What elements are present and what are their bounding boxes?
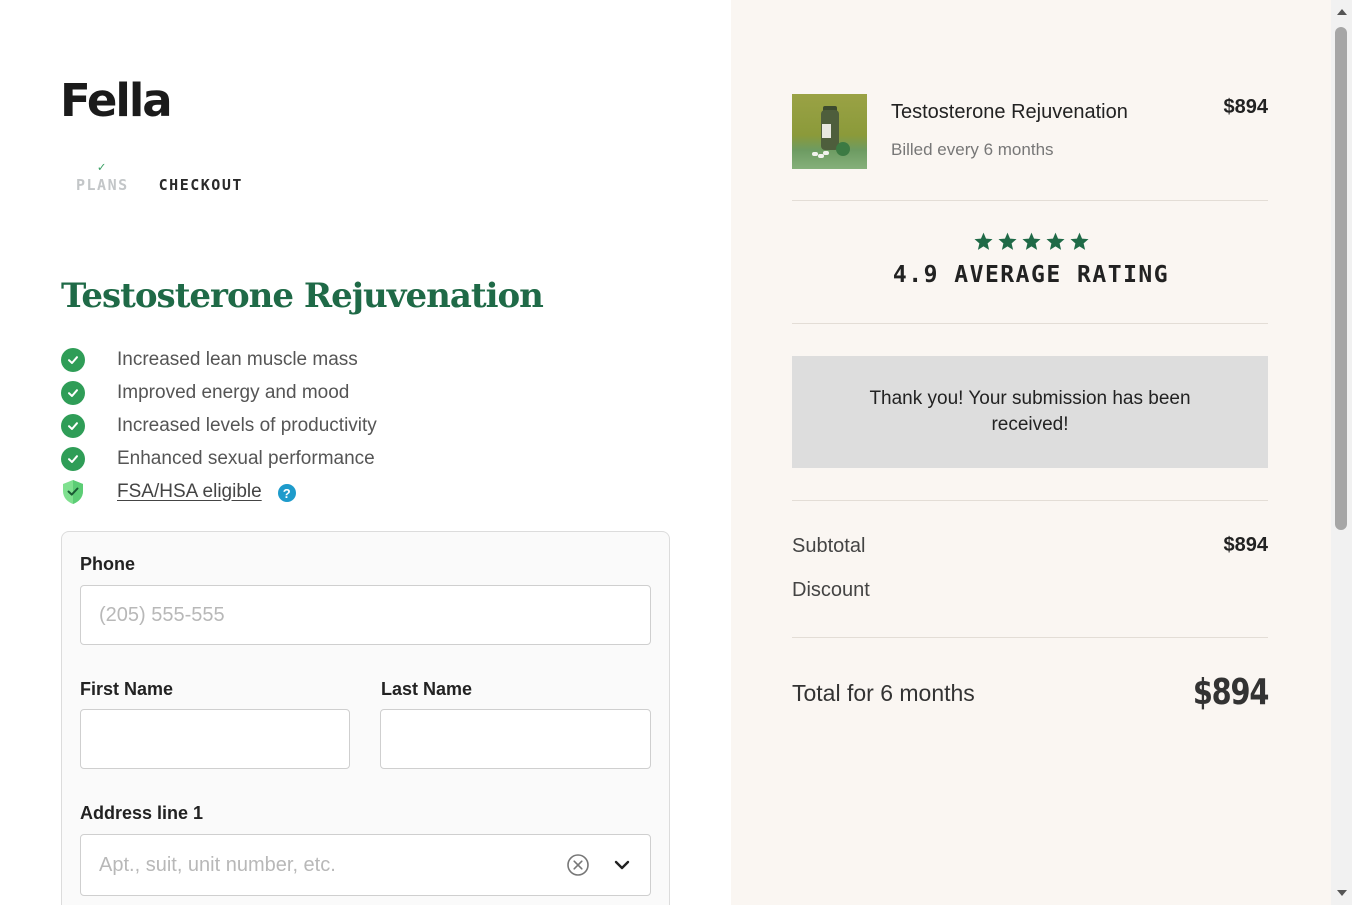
- brand-logo[interactable]: Fella: [60, 74, 173, 127]
- address-line1-field: [80, 834, 651, 896]
- last-name-label: Last Name: [381, 679, 473, 699]
- total-label: Total for 6 months: [792, 680, 975, 706]
- chevron-down-icon[interactable]: [612, 855, 632, 875]
- shield-check-icon: [61, 479, 85, 505]
- page-scrollbar[interactable]: [1331, 0, 1352, 905]
- step-checkout-label: CHECKOUT: [158, 176, 243, 194]
- benefit-item: Improved energy and mood: [61, 376, 377, 409]
- help-icon[interactable]: ?: [277, 484, 296, 502]
- clear-icon[interactable]: [566, 853, 590, 877]
- benefit-item: Increased levels of productivity: [61, 409, 377, 442]
- check-circle-icon: [61, 446, 85, 471]
- benefit-item: Increased lean muscle mass: [61, 343, 377, 376]
- subtotal-value: $894: [1223, 534, 1269, 556]
- first-name-label: First Name: [80, 679, 174, 699]
- benefit-list: Increased lean muscle mass Improved ener…: [61, 343, 377, 508]
- average-rating: 4.9 AVERAGE RATING: [892, 262, 1170, 288]
- last-name-input[interactable]: [380, 709, 651, 769]
- fsa-hsa-link[interactable]: FSA/HSA eligible: [117, 481, 262, 503]
- star-icon: [997, 232, 1017, 250]
- phone-label: Phone: [80, 554, 136, 574]
- leaf: [836, 142, 850, 156]
- star-icon: [1021, 232, 1041, 250]
- address-line1-input[interactable]: [81, 853, 566, 877]
- scroll-up-icon[interactable]: [1331, 3, 1352, 20]
- check-circle-icon: [61, 347, 85, 372]
- order-summary: Testosterone Rejuvenation Billed every 6…: [731, 0, 1331, 905]
- product-image: [792, 94, 867, 169]
- phone-input[interactable]: [80, 585, 651, 645]
- fsa-item: FSA/HSA eligible ?: [61, 475, 377, 508]
- divider: [792, 200, 1268, 201]
- success-message: Thank you! Your submission has been rece…: [792, 356, 1268, 468]
- benefit-text: Enhanced sexual performance: [117, 447, 375, 469]
- product-billing: Billed every 6 months: [891, 140, 1054, 159]
- address-line1-label: Address line 1: [80, 803, 204, 823]
- checkout-panel: Fella ✓ PLANS CHECKOUT Testosterone Reju…: [0, 0, 731, 905]
- checkout-steps: ✓ PLANS CHECKOUT: [76, 160, 243, 194]
- divider: [792, 637, 1268, 638]
- subtotal-label: Subtotal: [792, 535, 866, 557]
- benefit-text: Improved energy and mood: [117, 381, 350, 403]
- step-plans[interactable]: ✓ PLANS: [76, 160, 129, 194]
- contact-form: Phone First Name Last Name Address line …: [61, 531, 670, 905]
- star-icon: [973, 232, 993, 250]
- pill: [823, 151, 829, 155]
- check-circle-icon: [61, 413, 85, 438]
- benefit-text: Increased lean muscle mass: [117, 348, 358, 370]
- scroll-thumb[interactable]: [1335, 27, 1347, 530]
- star-icon: [1069, 232, 1089, 250]
- benefit-text: Increased levels of productivity: [117, 414, 377, 436]
- total-value: $894: [1192, 672, 1270, 713]
- benefit-item: Enhanced sexual performance: [61, 442, 377, 475]
- first-name-input[interactable]: [80, 709, 350, 769]
- scroll-down-icon[interactable]: [1331, 884, 1352, 901]
- plan-title: Testosterone Rejuvenation: [61, 276, 544, 316]
- product-name: Testosterone Rejuvenation: [891, 101, 1128, 123]
- star-icon: [1045, 232, 1065, 250]
- divider: [792, 500, 1268, 501]
- step-plans-label: PLANS: [76, 176, 129, 194]
- divider: [792, 323, 1268, 324]
- discount-label: Discount: [792, 579, 870, 601]
- bottle-label: [822, 124, 831, 138]
- check-circle-icon: [61, 380, 85, 405]
- step-checkout: CHECKOUT: [159, 164, 243, 194]
- rating-stars: [731, 231, 1331, 252]
- product-price: $894: [1223, 96, 1269, 118]
- step-check-icon: ✓: [97, 160, 107, 175]
